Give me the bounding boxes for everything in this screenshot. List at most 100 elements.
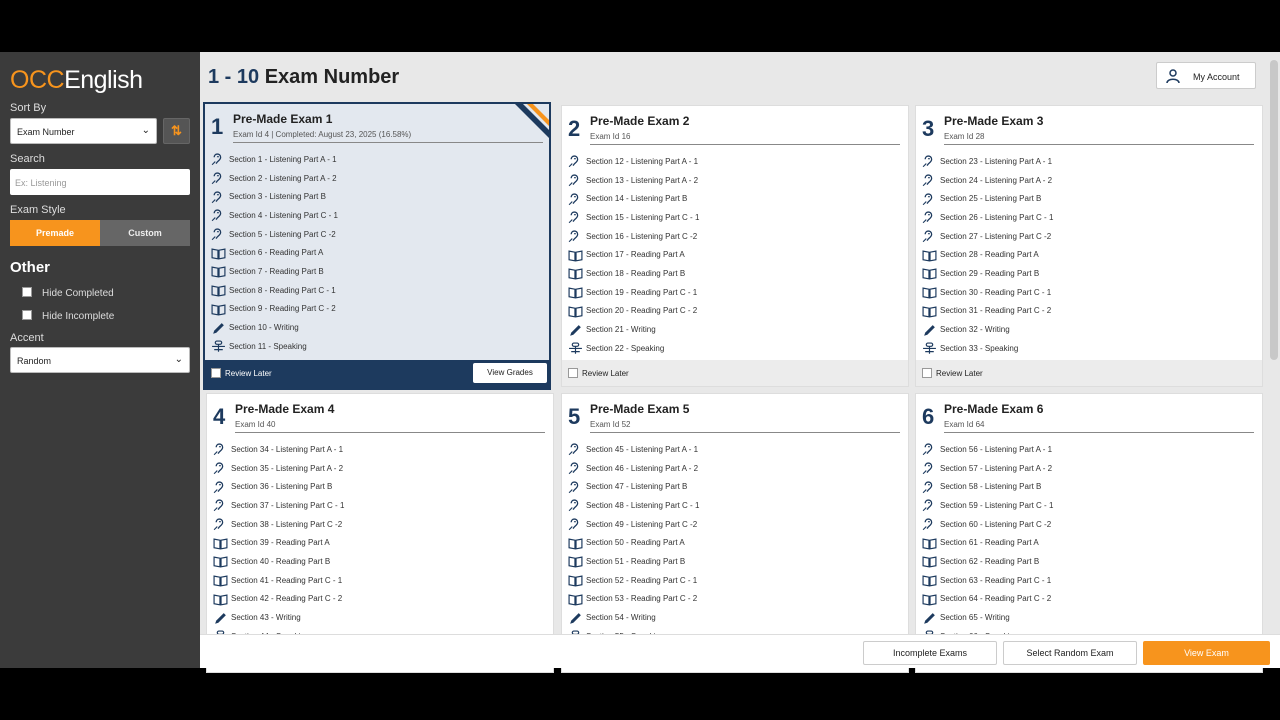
exam-card[interactable]: 1 Pre-Made Exam 1 Exam Id 4 | Completed: A… xyxy=(203,102,551,390)
section-item[interactable]: Section 51 - Reading Part B xyxy=(568,552,898,571)
section-item[interactable]: Section 53 - Reading Part C - 2 xyxy=(568,590,898,609)
section-item[interactable]: Section 7 - Reading Part B xyxy=(211,262,541,281)
section-item[interactable]: Section 30 - Reading Part C - 1 xyxy=(922,283,1252,302)
section-item[interactable]: Section 8 - Reading Part C - 1 xyxy=(211,281,541,300)
section-item[interactable]: Section 65 - Writing xyxy=(922,608,1252,627)
section-item[interactable]: Section 14 - Listening Part B xyxy=(568,189,898,208)
ear-icon xyxy=(568,443,583,456)
section-item[interactable]: Section 57 - Listening Part A - 2 xyxy=(922,459,1252,478)
section-item[interactable]: Section 37 - Listening Part C - 1 xyxy=(213,496,543,515)
view-grades-button[interactable]: View Grades xyxy=(473,363,547,383)
section-label: Section 15 - Listening Part C - 1 xyxy=(586,212,700,222)
section-item[interactable]: Section 11 - Speaking xyxy=(211,337,541,356)
section-item[interactable]: Section 2 - Listening Part A - 2 xyxy=(211,169,541,188)
sort-by-select[interactable]: Exam Number ⌄ xyxy=(10,118,157,144)
chevron-down-icon: ⌄ xyxy=(141,125,150,136)
section-item[interactable]: Section 38 - Listening Part C -2 xyxy=(213,515,543,534)
section-item[interactable]: Section 4 - Listening Part C - 1 xyxy=(211,206,541,225)
section-item[interactable]: Section 28 - Reading Part A xyxy=(922,245,1252,264)
section-item[interactable]: Section 19 - Reading Part C - 1 xyxy=(568,283,898,302)
section-item[interactable]: Section 20 - Reading Part C - 2 xyxy=(568,302,898,321)
section-item[interactable]: Section 41 - Reading Part C - 1 xyxy=(213,571,543,590)
view-exam-button[interactable]: View Exam xyxy=(1143,641,1270,665)
section-item[interactable]: Section 9 - Reading Part C - 2 xyxy=(211,300,541,319)
section-item[interactable]: Section 23 - Listening Part A - 1 xyxy=(922,152,1252,171)
section-item[interactable]: Section 33 - Speaking xyxy=(922,339,1252,358)
section-item[interactable]: Section 58 - Listening Part B xyxy=(922,477,1252,496)
section-item[interactable]: Section 52 - Reading Part C - 1 xyxy=(568,571,898,590)
exam-card[interactable]: 5 Pre-Made Exam 5 Exam Id 52 Section 45 - L… xyxy=(561,393,909,673)
accent-select[interactable]: Random ⌄ xyxy=(10,347,190,373)
hide-incomplete-checkbox[interactable]: Hide Incomplete xyxy=(22,310,114,322)
checkbox[interactable] xyxy=(22,287,32,297)
review-later-checkbox[interactable] xyxy=(922,368,932,378)
exam-card[interactable]: 2 Pre-Made Exam 2 Exam Id 16 Section 12 - L… xyxy=(561,105,909,387)
book-icon xyxy=(213,574,228,587)
section-item[interactable]: Section 17 - Reading Part A xyxy=(568,245,898,264)
exam-card[interactable]: 6 Pre-Made Exam 6 Exam Id 64 Section 56 - L… xyxy=(915,393,1263,673)
section-item[interactable]: Section 40 - Reading Part B xyxy=(213,552,543,571)
custom-toggle[interactable]: Custom xyxy=(100,220,190,246)
section-item[interactable]: Section 46 - Listening Part A - 2 xyxy=(568,459,898,478)
section-item[interactable]: Section 1 - Listening Part A - 1 xyxy=(211,150,541,169)
section-item[interactable]: Section 16 - Listening Part C -2 xyxy=(568,227,898,246)
section-item[interactable]: Section 62 - Reading Part B xyxy=(922,552,1252,571)
section-item[interactable]: Section 18 - Reading Part B xyxy=(568,264,898,283)
section-label: Section 45 - Listening Part A - 1 xyxy=(586,444,699,454)
ear-icon xyxy=(211,172,226,185)
section-item[interactable]: Section 64 - Reading Part C - 2 xyxy=(922,590,1252,609)
section-item[interactable]: Section 25 - Listening Part B xyxy=(922,189,1252,208)
section-item[interactable]: Section 61 - Reading Part A xyxy=(922,533,1252,552)
incomplete-exams-button[interactable]: Incomplete Exams xyxy=(863,641,997,665)
section-item[interactable]: Section 12 - Listening Part A - 1 xyxy=(568,152,898,171)
section-item[interactable]: Section 21 - Writing xyxy=(568,320,898,339)
exam-card[interactable]: 4 Pre-Made Exam 4 Exam Id 40 Section 34 - L… xyxy=(206,393,554,673)
section-item[interactable]: Section 29 - Reading Part B xyxy=(922,264,1252,283)
section-item[interactable]: Section 48 - Listening Part C - 1 xyxy=(568,496,898,515)
section-item[interactable]: Section 50 - Reading Part A xyxy=(568,533,898,552)
section-item[interactable]: Section 27 - Listening Part C -2 xyxy=(922,227,1252,246)
section-item[interactable]: Section 43 - Writing xyxy=(213,608,543,627)
review-later-checkbox[interactable] xyxy=(211,368,221,378)
search-input[interactable]: Ex: Listening xyxy=(10,169,190,195)
section-item[interactable]: Section 10 - Writing xyxy=(211,318,541,337)
section-item[interactable]: Section 22 - Speaking xyxy=(568,339,898,358)
section-item[interactable]: Section 34 - Listening Part A - 1 xyxy=(213,440,543,459)
section-item[interactable]: Section 49 - Listening Part C -2 xyxy=(568,515,898,534)
exam-number: 3 xyxy=(922,116,935,141)
section-item[interactable]: Section 47 - Listening Part B xyxy=(568,477,898,496)
section-item[interactable]: Section 32 - Writing xyxy=(922,320,1252,339)
section-item[interactable]: Section 36 - Listening Part B xyxy=(213,477,543,496)
section-item[interactable]: Section 5 - Listening Part C -2 xyxy=(211,225,541,244)
section-label: Section 52 - Reading Part C - 1 xyxy=(586,575,698,585)
section-label: Section 43 - Writing xyxy=(231,613,301,623)
section-item[interactable]: Section 35 - Listening Part A - 2 xyxy=(213,459,543,478)
section-item[interactable]: Section 56 - Listening Part A - 1 xyxy=(922,440,1252,459)
ear-icon xyxy=(568,481,583,493)
review-later-checkbox[interactable] xyxy=(568,368,578,378)
section-item[interactable]: Section 42 - Reading Part C - 2 xyxy=(213,590,543,609)
section-item[interactable]: Section 26 - Listening Part C - 1 xyxy=(922,208,1252,227)
section-item[interactable]: Section 39 - Reading Part A xyxy=(213,533,543,552)
section-item[interactable]: Section 24 - Listening Part A - 2 xyxy=(922,171,1252,190)
section-item[interactable]: Section 60 - Listening Part C -2 xyxy=(922,515,1252,534)
section-item[interactable]: Section 13 - Listening Part A - 2 xyxy=(568,171,898,190)
select-random-exam-button[interactable]: Select Random Exam xyxy=(1003,641,1137,665)
section-item[interactable]: Section 54 - Writing xyxy=(568,608,898,627)
section-item[interactable]: Section 6 - Reading Part A xyxy=(211,243,541,262)
scrollbar[interactable] xyxy=(1270,60,1278,360)
exam-card[interactable]: 3 Pre-Made Exam 3 Exam Id 28 Section 23 - L… xyxy=(915,105,1263,387)
section-item[interactable]: Section 31 - Reading Part C - 2 xyxy=(922,302,1252,321)
sort-direction-button[interactable]: ⇅ xyxy=(163,118,190,144)
premade-toggle[interactable]: Premade xyxy=(10,220,100,246)
section-item[interactable]: Section 59 - Listening Part C - 1 xyxy=(922,496,1252,515)
my-account-button[interactable]: My Account xyxy=(1156,62,1256,89)
section-item[interactable]: Section 15 - Listening Part C - 1 xyxy=(568,208,898,227)
section-item[interactable]: Section 63 - Reading Part C - 1 xyxy=(922,571,1252,590)
ear-icon xyxy=(922,193,937,205)
ear-icon xyxy=(922,155,937,168)
hide-completed-checkbox[interactable]: Hide Completed xyxy=(22,287,114,299)
checkbox[interactable] xyxy=(22,310,32,320)
section-item[interactable]: Section 45 - Listening Part A - 1 xyxy=(568,440,898,459)
section-item[interactable]: Section 3 - Listening Part B xyxy=(211,187,541,206)
